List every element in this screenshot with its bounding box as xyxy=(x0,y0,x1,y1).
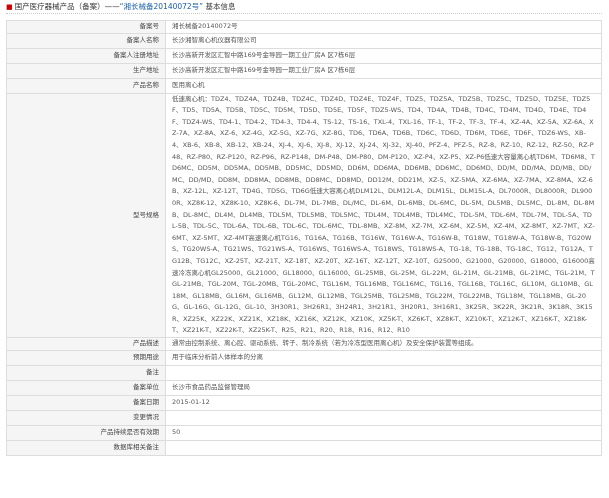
field-label: 预期用途 xyxy=(6,349,166,366)
table-row: 备案人注册地址 长沙高新开发区汇智中路169号金导园一期工业厂房A 区7栋6层 xyxy=(6,47,602,64)
model-spec-list: 低速离心机：TDZ4、TDZ4A、TDZ4B、TDZ4C、TDZ4D、TDZ4E… xyxy=(165,92,602,339)
table-row: 产品名称 医用离心机 xyxy=(6,77,602,94)
page-header: ■ 国产医疗器械产品（备案）——“湘长械备20140072号” 基本信息 xyxy=(6,0,602,14)
field-value: 长沙高新开发区汇智中路169号金导园一期工业厂房A 区7栋6层 xyxy=(165,47,602,64)
flag-icon: ■ xyxy=(6,2,13,11)
table-row: 产品描述 通常由控制系统、离心腔、驱动系统、转子、制冷系统（若为冷冻型医用离心机… xyxy=(6,337,602,351)
table-row: 型号规格 低速离心机：TDZ4、TDZ4A、TDZ4B、TDZ4C、TDZ4D、… xyxy=(6,92,602,339)
field-value: 用于临床分析前人体样本的分离 xyxy=(165,349,602,366)
field-value: 医用离心机 xyxy=(165,77,602,94)
field-label: 数据库相关备注 xyxy=(6,439,166,456)
field-value: 长沙湘智离心机仪器有限公司 xyxy=(165,32,602,49)
table-row: 预期用途 用于临床分析前人体样本的分离 xyxy=(6,349,602,366)
field-label: 变更情况 xyxy=(6,409,166,426)
table-row: 备案人名称 长沙湘智离心机仪器有限公司 xyxy=(6,32,602,49)
page-title: 国产医疗器械产品（备案）——“湘长械备20140072号” 基本信息 xyxy=(14,2,236,11)
field-value xyxy=(165,439,602,456)
table-row: 数据库相关备注 xyxy=(6,439,602,456)
field-value: 通常由控制系统、离心腔、驱动系统、转子、制冷系统（若为冷冻型医用离心机）及安全保… xyxy=(165,337,602,351)
table-row: 备案单位 长沙市食品药品监督管理局 xyxy=(6,379,602,396)
field-label: 备案号 xyxy=(6,20,166,34)
field-label: 生产地址 xyxy=(6,62,166,79)
field-value: 50 xyxy=(165,424,602,441)
field-label: 备案人注册地址 xyxy=(6,47,166,64)
field-value xyxy=(165,409,602,426)
field-label: 备案人名称 xyxy=(6,32,166,49)
field-value: 长沙市食品药品监督管理局 xyxy=(165,379,602,396)
table-row: 产品持续是否有效期 50 xyxy=(6,424,602,441)
field-label: 备案日期 xyxy=(6,394,166,411)
field-label: 产品持续是否有效期 xyxy=(6,424,166,441)
field-value: 湘长械备20140072号 xyxy=(165,20,602,34)
field-label: 产品描述 xyxy=(6,337,166,351)
field-label: 产品名称 xyxy=(6,77,166,94)
field-label: 型号规格 xyxy=(6,92,166,339)
field-value: 长沙高新开发区汇智中路169号金导园一期工业厂房A 区7栋6层 xyxy=(165,62,602,79)
field-value: 2015-01-12 xyxy=(165,394,602,411)
table-row: 备案日期 2015-01-12 xyxy=(6,394,602,411)
table-row: 生产地址 长沙高新开发区汇智中路169号金导园一期工业厂房A 区7栋6层 xyxy=(6,62,602,79)
field-label: 备案单位 xyxy=(6,379,166,396)
table-row: 备案号 湘长械备20140072号 xyxy=(6,20,602,34)
table-row: 变更情况 xyxy=(6,409,602,426)
field-label: 备注 xyxy=(6,364,166,381)
field-value xyxy=(165,364,602,381)
table-row: 备注 xyxy=(6,364,602,381)
info-table: 备案号 湘长械备20140072号 备案人名称 长沙湘智离心机仪器有限公司 备案… xyxy=(6,20,602,456)
